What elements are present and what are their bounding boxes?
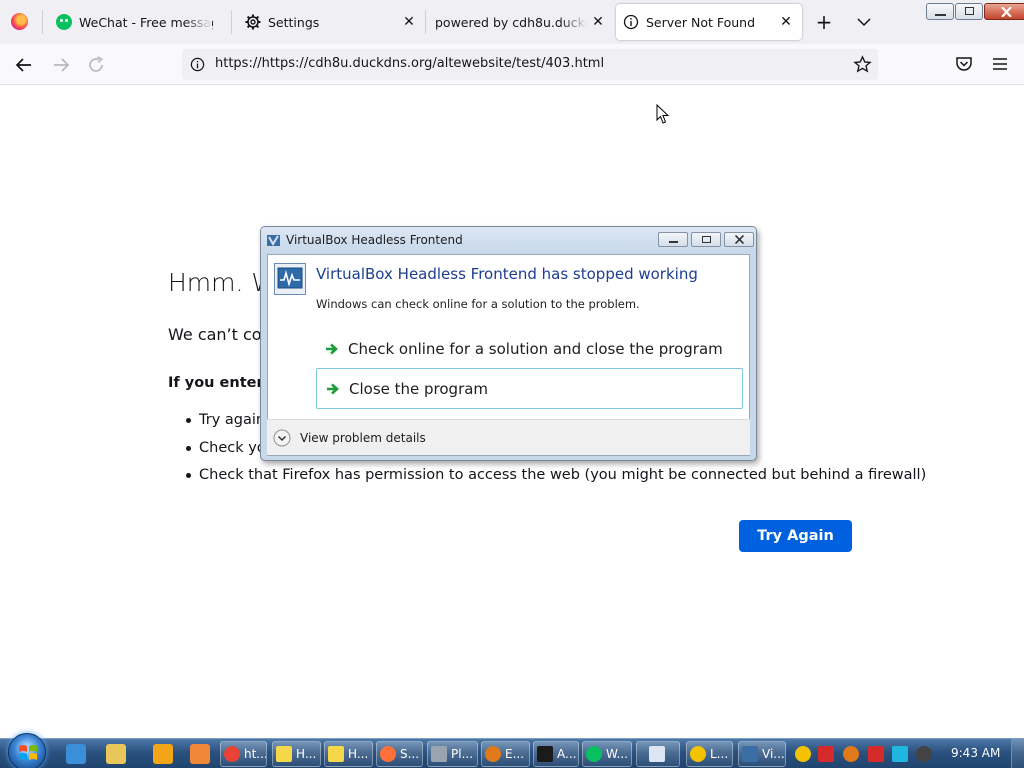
dialog-window-title: VirtualBox Headless Frontend xyxy=(286,233,463,247)
restore-button[interactable] xyxy=(955,3,983,20)
start-button[interactable] xyxy=(8,733,46,768)
tab-strip: WeChat - Free messaging and calling app … xyxy=(0,0,1024,44)
bookmark-star-icon[interactable] xyxy=(853,55,872,74)
virtualbox-icon xyxy=(742,746,758,762)
try-again-button[interactable]: Try Again xyxy=(739,520,852,552)
taskbar-item[interactable]: ht... xyxy=(220,741,267,767)
app-icon[interactable] xyxy=(190,744,210,764)
window-controls xyxy=(925,3,1024,20)
navigation-toolbar: https://https://cdh8u.duckdns.org/altewe… xyxy=(0,44,1024,85)
site-info-icon[interactable] xyxy=(190,57,205,72)
tray-lens-icon[interactable] xyxy=(795,746,811,762)
dialog-titlebar[interactable]: VirtualBox Headless Frontend xyxy=(261,227,756,254)
taskbar-item[interactable]: W... xyxy=(582,741,632,767)
tab-fade xyxy=(184,4,212,40)
option-label: Close the program xyxy=(349,379,489,398)
close-tab-icon[interactable]: ✕ xyxy=(401,14,417,30)
taskbar-item[interactable] xyxy=(636,741,680,767)
tray-flag-icon[interactable] xyxy=(868,746,884,762)
dialog-footer: View problem details xyxy=(267,419,750,455)
green-arrow-icon xyxy=(327,383,339,394)
check-online-option[interactable]: Check online for a solution and close th… xyxy=(316,329,743,368)
wechat-icon xyxy=(56,14,72,30)
back-arrow-icon[interactable] xyxy=(13,54,35,76)
taskbar-item[interactable]: Vi... xyxy=(738,741,786,767)
close-program-option[interactable]: Close the program xyxy=(316,368,743,409)
ie-icon[interactable] xyxy=(66,744,86,764)
program-monitor-icon xyxy=(274,263,306,295)
tray-search-icon[interactable] xyxy=(843,746,859,762)
dialog-subtext: Windows can check online for a solution … xyxy=(316,297,640,311)
console-icon xyxy=(537,746,553,762)
taskbar-item[interactable]: A... xyxy=(533,741,579,767)
tray-network-icon[interactable] xyxy=(892,746,908,762)
plugin-icon xyxy=(431,746,447,762)
firefox-icon xyxy=(380,746,396,762)
tab-title: Server Not Found xyxy=(646,14,756,30)
hamburger-menu-icon[interactable] xyxy=(991,55,1009,73)
pocket-icon[interactable] xyxy=(955,55,973,73)
virtualbox-icon xyxy=(267,235,280,246)
list-item: Check that Firefox has permission to acc… xyxy=(186,465,926,493)
green-arrow-icon xyxy=(326,343,338,354)
close-tab-icon[interactable]: ✕ xyxy=(590,14,606,30)
forward-arrow-icon[interactable] xyxy=(50,54,72,76)
dialog-minimize-button[interactable] xyxy=(658,232,688,247)
dialog-window-controls xyxy=(655,232,754,247)
mouse-cursor-icon xyxy=(656,104,670,124)
chevron-down-icon[interactable] xyxy=(856,12,872,32)
taskbar-item[interactable]: Pl... xyxy=(427,741,478,767)
tab-server-not-found[interactable]: Server Not Found ✕ xyxy=(616,4,802,40)
media-player-icon[interactable] xyxy=(153,744,173,764)
tab-separator xyxy=(42,10,43,34)
minimize-button[interactable] xyxy=(926,3,954,20)
firefox-view-icon[interactable] xyxy=(11,13,28,30)
taskbar-item[interactable]: S... xyxy=(376,741,423,767)
dialog-close-button[interactable] xyxy=(724,232,754,247)
help-icon xyxy=(276,746,292,762)
tab-title: Settings xyxy=(268,14,320,30)
taskbar-item[interactable]: H... xyxy=(272,741,321,767)
search-icon xyxy=(485,746,501,762)
show-desktop-button[interactable] xyxy=(1011,739,1024,768)
tray-volume-icon[interactable] xyxy=(916,746,932,762)
taskbar-item[interactable]: H... xyxy=(324,741,373,767)
close-window-button[interactable] xyxy=(984,3,1024,20)
help-icon xyxy=(328,746,344,762)
option-label: Check online for a solution and close th… xyxy=(348,339,723,358)
windows-taskbar: ht... H... H... S... Pl... E... A... W..… xyxy=(0,733,1024,768)
error-description: We can’t co xyxy=(168,325,262,344)
tray-v-icon[interactable] xyxy=(818,746,834,762)
url-text[interactable]: https://https://cdh8u.duckdns.org/altewe… xyxy=(215,56,604,71)
view-problem-details-link[interactable]: View problem details xyxy=(300,431,426,445)
taskbar-item[interactable]: E... xyxy=(481,741,530,767)
window-icon xyxy=(649,746,665,762)
tab-settings[interactable]: Settings ✕ xyxy=(235,4,425,40)
dialog-heading: VirtualBox Headless Frontend has stopped… xyxy=(316,265,698,283)
info-icon xyxy=(623,14,639,30)
url-bar[interactable]: https://https://cdh8u.duckdns.org/altewe… xyxy=(182,49,878,80)
close-tab-icon[interactable]: ✕ xyxy=(778,14,794,30)
windows-logo-icon xyxy=(19,745,37,760)
taskbar-item[interactable]: L... xyxy=(686,741,733,767)
gear-icon xyxy=(245,14,261,30)
wechat-icon xyxy=(586,746,602,762)
reload-icon[interactable] xyxy=(85,54,107,76)
expand-chevron-icon[interactable] xyxy=(273,429,291,447)
tab-powered-by[interactable]: powered by cdh8u.duckdns.org ✕ xyxy=(426,4,614,40)
tab-fade xyxy=(560,4,588,40)
taskbar-clock[interactable]: 9:43 AM xyxy=(951,746,1000,760)
tab-separator xyxy=(231,10,232,34)
chrome-icon xyxy=(224,746,240,762)
new-tab-button[interactable]: + xyxy=(814,12,834,32)
tab-wechat[interactable]: WeChat - Free messaging and calling app xyxy=(46,4,226,40)
folder-icon[interactable] xyxy=(106,744,126,764)
dialog-maximize-button[interactable] xyxy=(691,232,721,247)
lens-icon xyxy=(690,746,706,762)
